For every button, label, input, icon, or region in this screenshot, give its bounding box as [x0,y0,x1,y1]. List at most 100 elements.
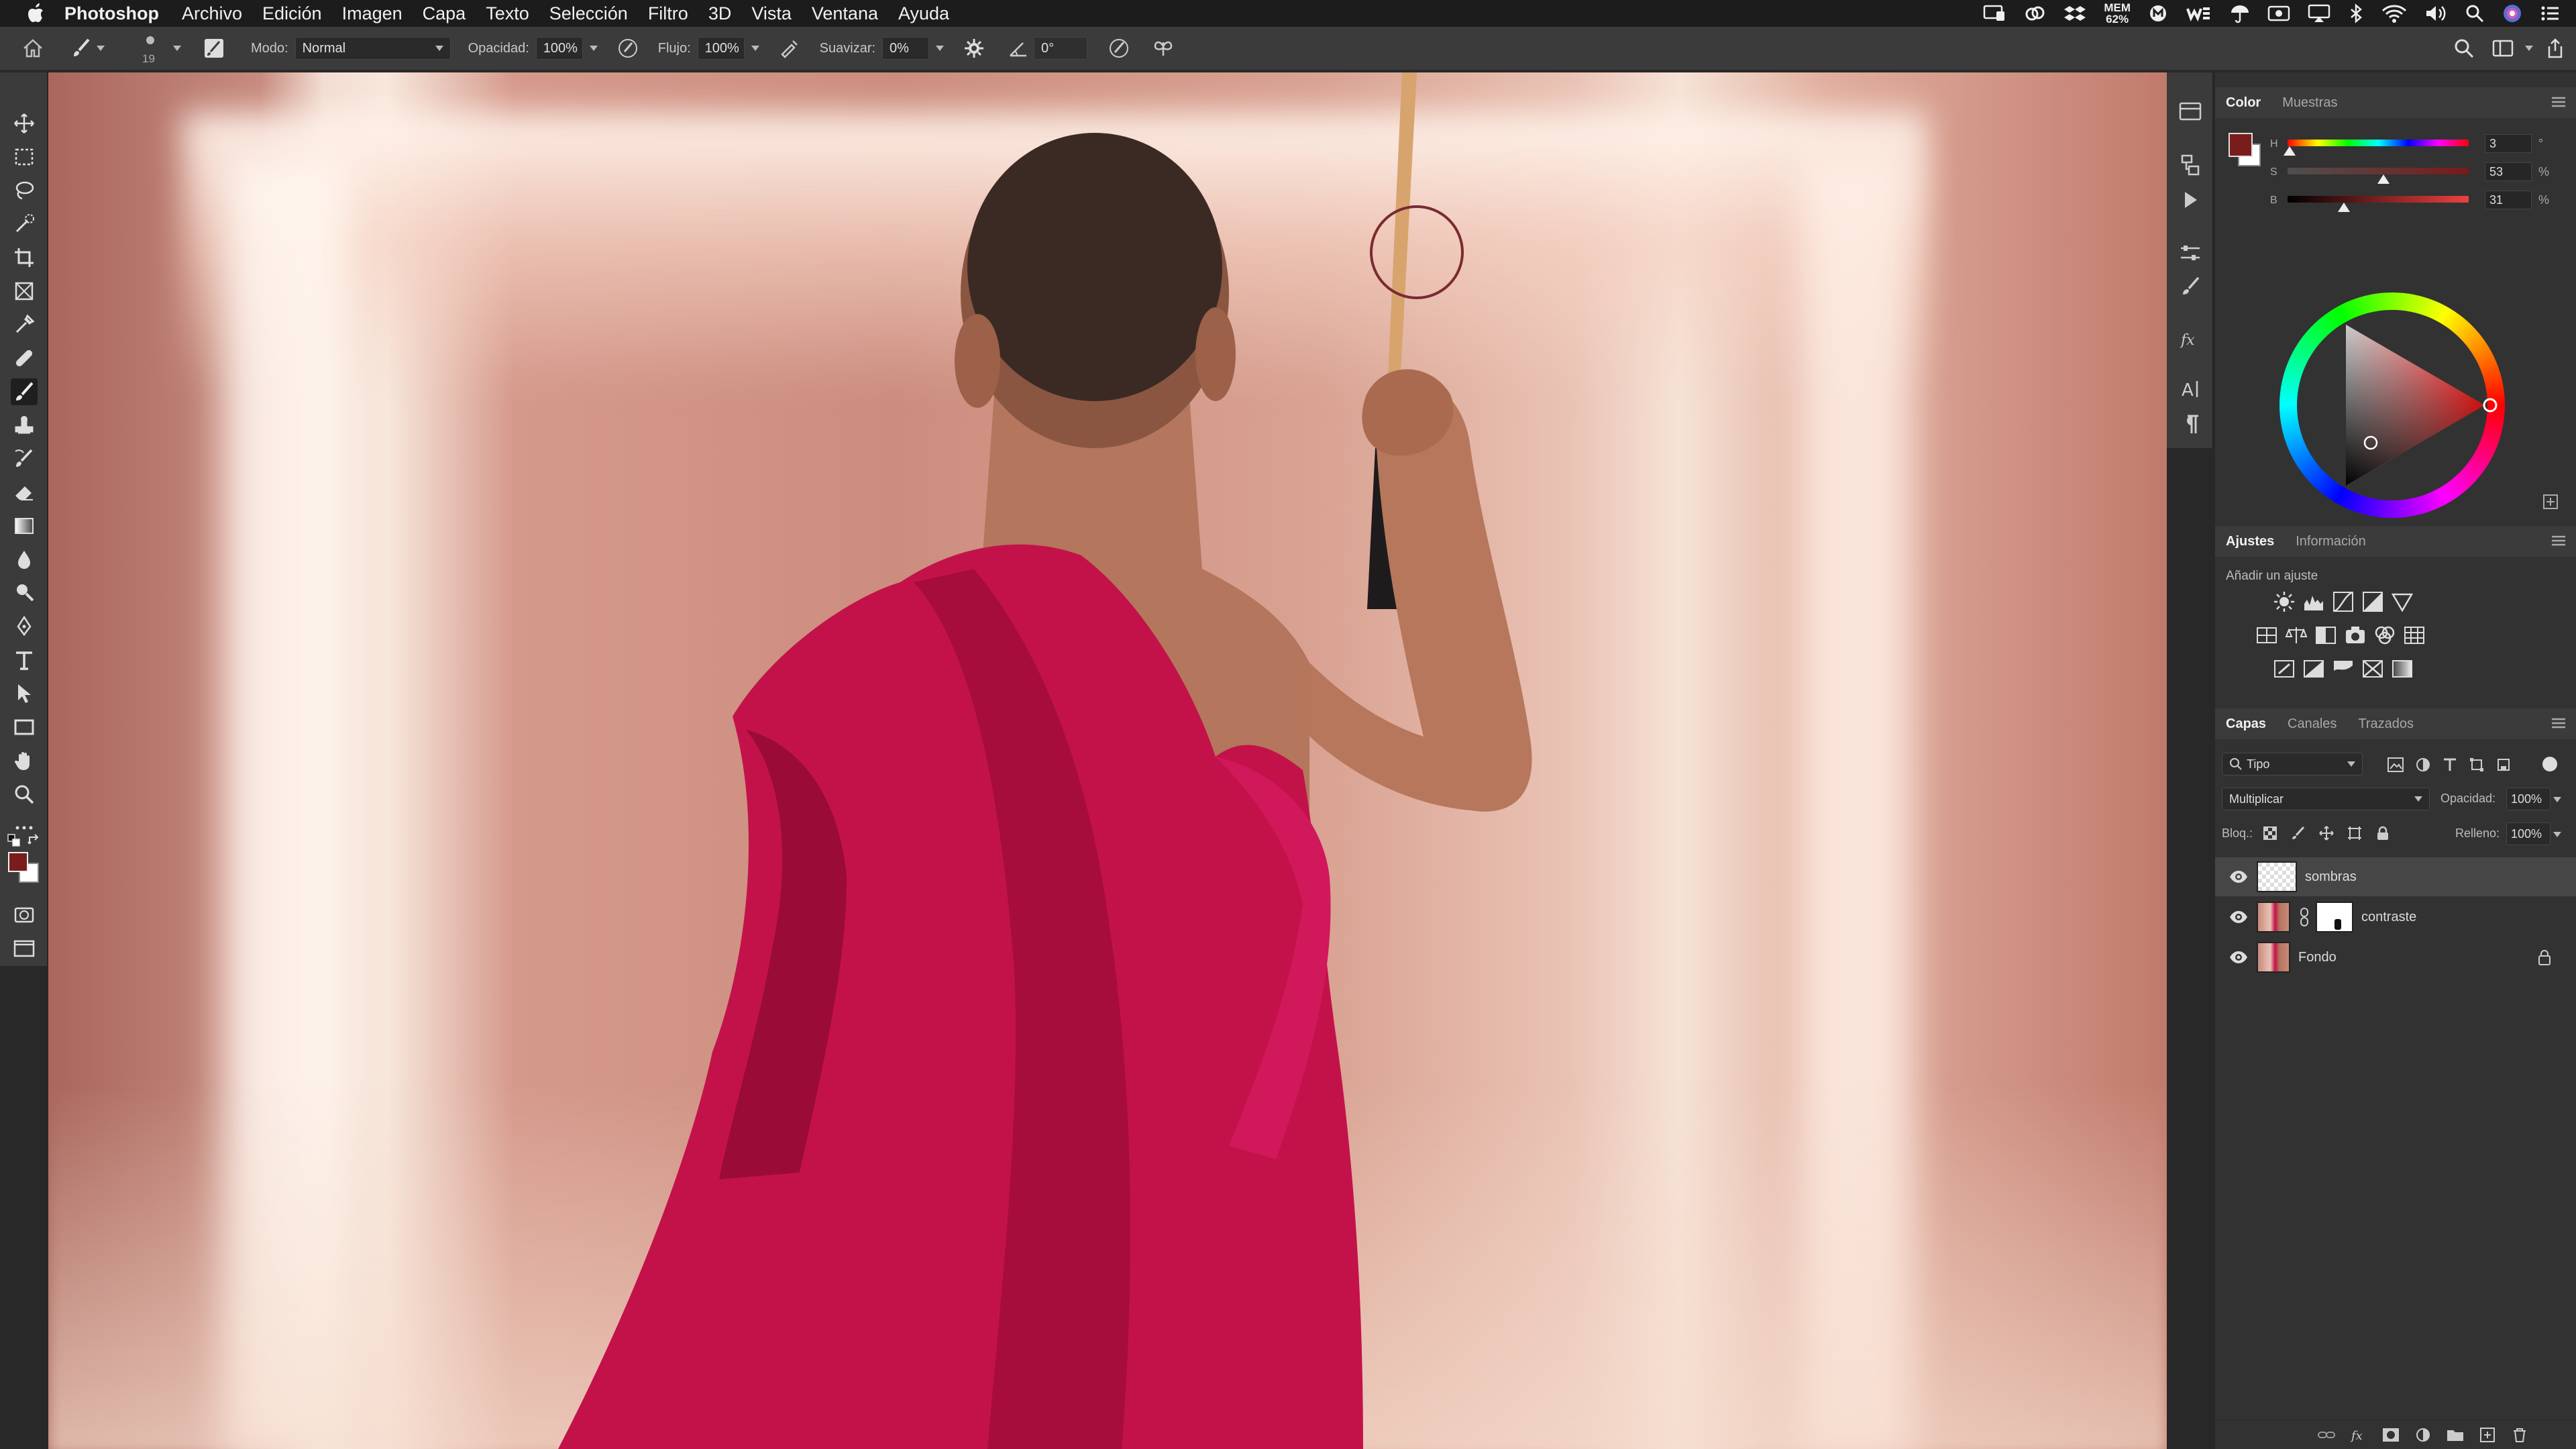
photo-filter-icon[interactable] [2344,624,2367,647]
eye-visibility-icon[interactable] [2229,947,2249,967]
brush-settings-panel-icon[interactable] [203,37,225,60]
lock-transparent-pixels-icon[interactable] [2262,825,2278,841]
saturation-brightness-triangle[interactable] [2279,292,2505,518]
expand-icon[interactable] [2542,494,2559,510]
eye-visibility-icon[interactable] [2229,907,2249,927]
layer-row-contraste[interactable]: contraste [2215,898,2576,936]
angle-input[interactable]: 0° [1034,37,1088,60]
layer-fill-input[interactable]: 100% [2506,822,2551,845]
gradient-tool[interactable] [11,513,38,539]
layer-fill-slider-caret[interactable] [2553,832,2561,837]
brush-size-picker[interactable]: 19 [137,28,164,68]
tab-trazados[interactable]: Trazados [2347,708,2424,739]
lock-all-icon[interactable] [2375,825,2391,841]
brush-settings-icon[interactable] [2177,274,2204,301]
smoothing-slider-caret[interactable] [936,46,945,51]
add-mask-icon[interactable] [2381,1427,2400,1443]
menu-seleccion[interactable]: Selección [549,3,628,24]
opacity-input[interactable]: 100% [535,37,583,60]
path-selection-tool[interactable] [11,680,38,707]
malwarebytes-icon[interactable] [2148,3,2168,23]
layer-style-fx-icon[interactable]: fx [2349,1427,2368,1443]
blend-mode-select[interactable]: Normal [294,37,451,60]
apple-icon[interactable] [23,0,50,27]
layer-name[interactable]: Fondo [2298,950,2337,965]
filter-smart-object-icon[interactable] [2496,757,2512,773]
crop-tool[interactable] [11,244,38,271]
layer-name[interactable]: sombras [2305,869,2357,885]
menu-imagen[interactable]: Imagen [342,3,402,24]
clone-stamp-tool[interactable] [11,412,38,439]
memory-monitor[interactable]: MEM 62% [2104,2,2131,25]
history-brush-tool[interactable] [11,445,38,472]
posterize-icon[interactable] [2302,657,2325,680]
invert-icon[interactable] [2273,657,2296,680]
lasso-tool[interactable] [11,177,38,204]
levels-icon[interactable] [2302,590,2325,613]
workspace-icon[interactable] [2491,37,2514,60]
gradient-map-icon[interactable] [2391,657,2414,680]
threshold-icon[interactable] [2332,657,2355,680]
home-icon[interactable] [21,37,44,60]
eraser-tool[interactable] [11,479,38,506]
new-adjustment-layer-icon[interactable] [2414,1427,2432,1443]
document-canvas[interactable] [48,72,2167,1449]
notification-center-icon[interactable] [2540,3,2560,23]
siri-icon[interactable] [2502,3,2522,23]
lock-artboard-icon[interactable] [2347,825,2363,841]
move-tool[interactable] [11,110,38,137]
layer-name[interactable]: contraste [2361,910,2416,925]
character-icon[interactable]: A [2177,376,2204,402]
bluetooth-icon[interactable] [2348,3,2364,23]
color-lookup-icon[interactable] [2403,624,2426,647]
saturation-value-input[interactable]: 53 [2485,162,2532,181]
saturation-slider-thumb[interactable] [2377,174,2390,184]
hue-saturation-icon[interactable] [2255,624,2278,647]
layer-row-sombras[interactable]: sombras [2215,857,2576,896]
menu-capa[interactable]: Capa [423,3,466,24]
new-group-folder-icon[interactable] [2446,1427,2465,1443]
layer-opacity-input[interactable]: 100% [2506,788,2551,810]
color-panel-foreground-swatch[interactable] [2229,133,2253,157]
pressure-opacity-icon[interactable] [616,37,639,60]
healing-brush-tool[interactable] [11,345,38,372]
curves-icon[interactable] [2332,590,2355,613]
brush-preset-dropdown-caret[interactable] [97,46,105,51]
pen-tool[interactable] [11,613,38,640]
tab-muestras[interactable]: Muestras [2271,87,2348,118]
menu-vista[interactable]: Vista [751,3,792,24]
panel-menu-icon[interactable] [2551,716,2567,730]
volume-icon[interactable] [2424,3,2447,23]
black-white-icon[interactable] [2314,624,2337,647]
foreground-color-swatch[interactable] [8,852,28,872]
link-layers-icon[interactable] [2317,1427,2336,1443]
layer-row-fondo[interactable]: Fondo [2215,938,2576,977]
brush-tool[interactable] [11,378,38,405]
layer-blend-mode-select[interactable]: Multiplicar [2222,788,2430,810]
menu-archivo[interactable]: Archivo [182,3,242,24]
actions-play-icon[interactable] [2177,186,2204,213]
menu-ventana[interactable]: Ventana [812,3,878,24]
default-colors-icon[interactable] [7,833,21,848]
panel-menu-icon[interactable] [2551,534,2567,547]
layer-opacity-slider-caret[interactable] [2553,797,2561,802]
new-layer-icon[interactable] [2478,1427,2497,1443]
hue-ring-picker[interactable] [2483,398,2498,413]
smoothing-options-gear-icon[interactable] [963,37,985,60]
smoothing-input[interactable]: 0% [882,37,930,60]
hue-value-input[interactable]: 3 [2485,134,2532,153]
hand-tool[interactable] [11,747,38,774]
tab-color[interactable]: Color [2215,87,2271,118]
brightness-slider[interactable]: B 31 % [2270,189,2559,213]
display-icon[interactable] [1983,3,2006,23]
vibrance-icon[interactable] [2391,590,2414,613]
color-balance-icon[interactable] [2285,624,2308,647]
type-tool[interactable] [11,647,38,674]
frame-tool[interactable] [11,278,38,305]
creative-cloud-icon[interactable] [2023,3,2046,23]
airbrush-icon[interactable] [778,37,801,60]
symmetry-butterfly-icon[interactable] [1152,37,1175,60]
app-menu[interactable]: Photoshop [64,3,159,24]
tab-informacion[interactable]: Información [2285,526,2377,557]
hue-slider-thumb[interactable] [2283,146,2296,156]
